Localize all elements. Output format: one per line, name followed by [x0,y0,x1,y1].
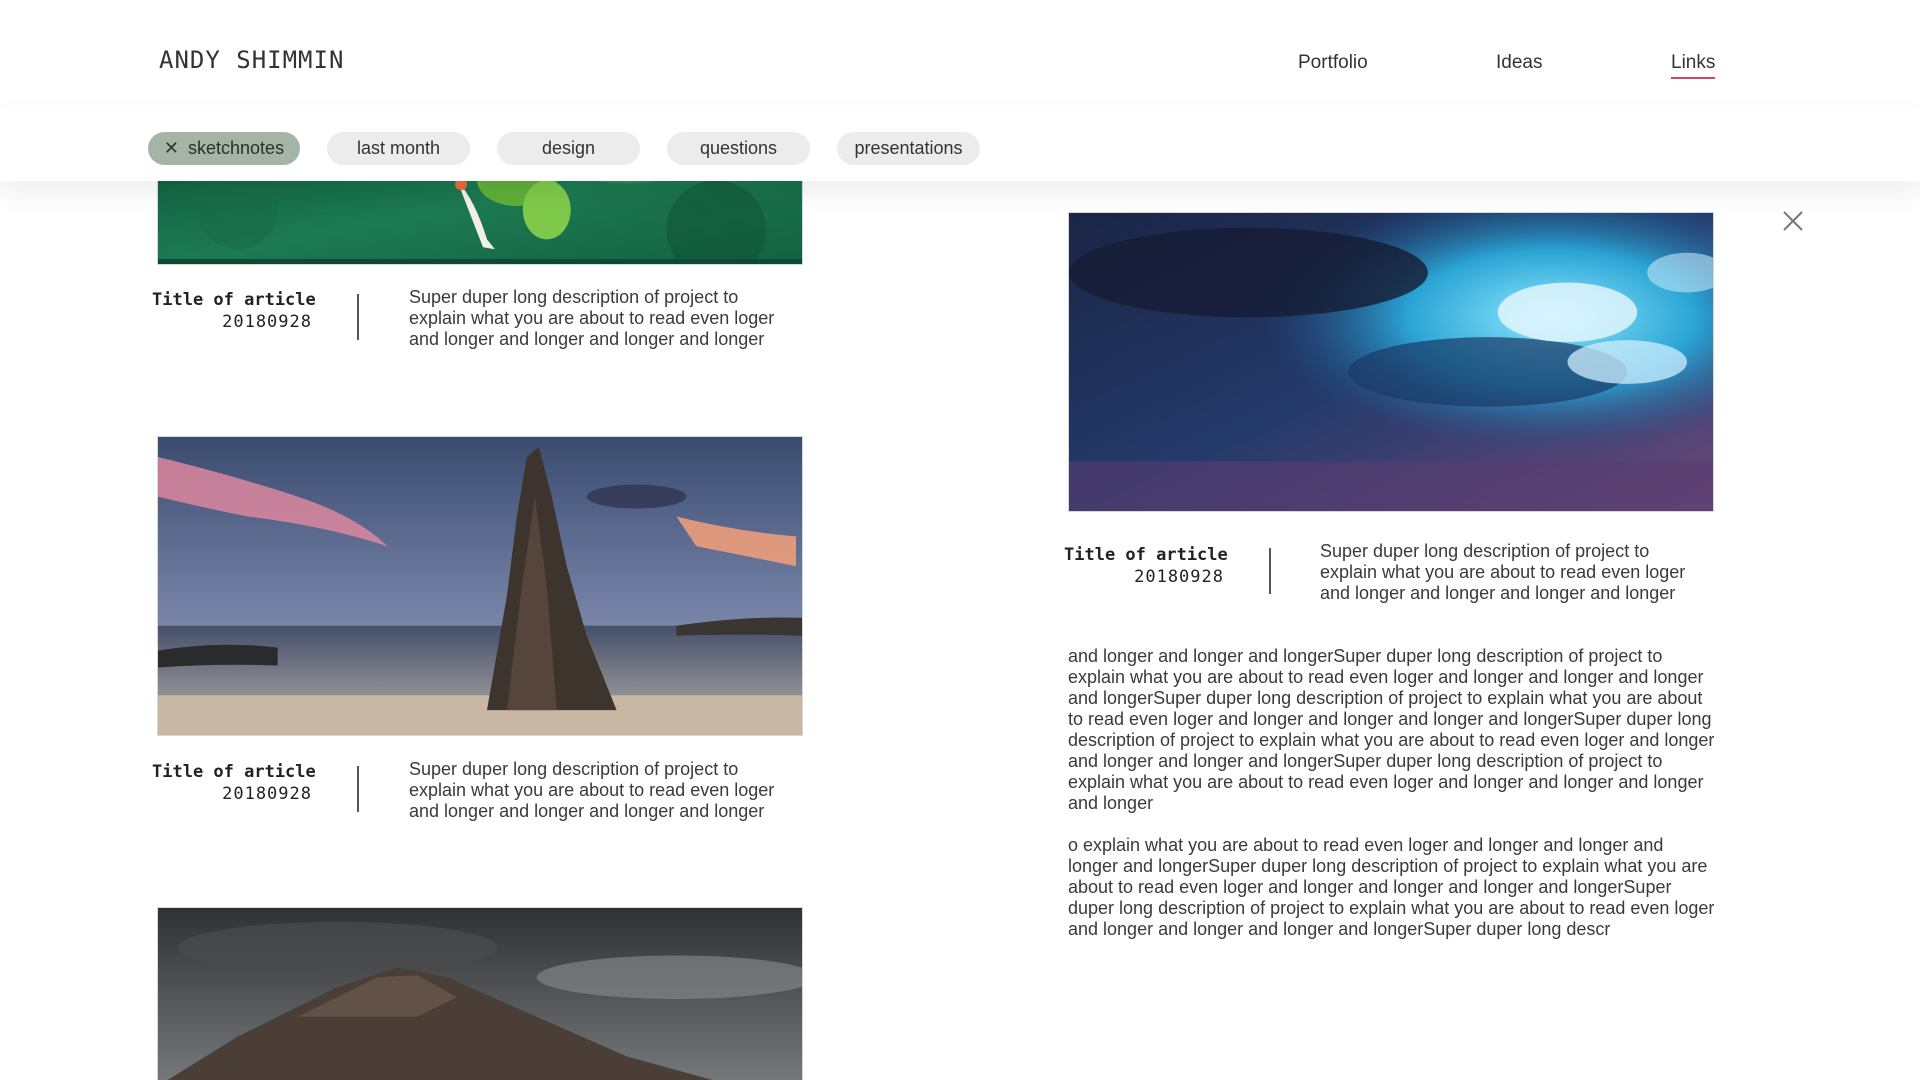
close-detail-button[interactable] [1782,210,1804,232]
article-image[interactable] [157,907,803,1080]
close-icon [1783,211,1803,231]
filter-chip-label: last month [356,138,441,158]
article-image[interactable] [157,436,803,736]
site-header: ANDY SHIMMIN Portfolio Ideas Links [0,0,1920,108]
article-description: Super duper long description of project … [409,759,775,821]
main-nav: Portfolio Ideas Links [0,52,1920,82]
sky-clouds-image [1069,213,1713,511]
mountain-storm-image [158,908,802,1080]
nav-portfolio[interactable]: Portfolio [1298,52,1368,77]
detail-hero-image [1068,212,1714,512]
close-icon[interactable]: ✕ [164,138,179,159]
detail-date: 20180928 [1134,567,1224,587]
detail-paragraph: and longer and longer and longerSuper du… [1068,646,1715,813]
nav-ideas[interactable]: Ideas [1496,52,1542,77]
filter-chip-label: questions [699,138,778,158]
filter-chip-label: sketchnotes [188,138,285,158]
article-title[interactable]: Title of article [152,290,316,310]
filter-chip-presentations[interactable]: presentations [837,132,980,165]
sea-stack-sunset-image [158,437,802,735]
filter-chip-label: presentations [854,138,963,158]
article-title[interactable]: Title of article [152,762,316,782]
filter-chip-label: design [541,138,596,158]
filter-chip-sketchnotes[interactable]: ✕ sketchnotes [148,132,300,165]
article-date: 20180928 [222,312,312,332]
article-date: 20180928 [222,784,312,804]
article-description: Super duper long description of project … [409,287,775,349]
filter-bar: ✕ sketchnotes last month design question… [0,108,1920,181]
detail-paragraph: o explain what you are about to read eve… [1068,835,1715,939]
meta-divider [357,766,359,812]
detail-description: Super duper long description of project … [1320,541,1686,603]
meta-divider [357,294,359,340]
filter-chip-last-month[interactable]: last month [327,132,470,165]
detail-title: Title of article [1064,545,1228,565]
filter-chip-design[interactable]: design [497,132,640,165]
page: Title of article 20180928 Super duper lo… [0,0,1920,1080]
meta-divider [1269,548,1271,594]
nav-links[interactable]: Links [1671,52,1716,79]
filter-chip-questions[interactable]: questions [667,132,810,165]
